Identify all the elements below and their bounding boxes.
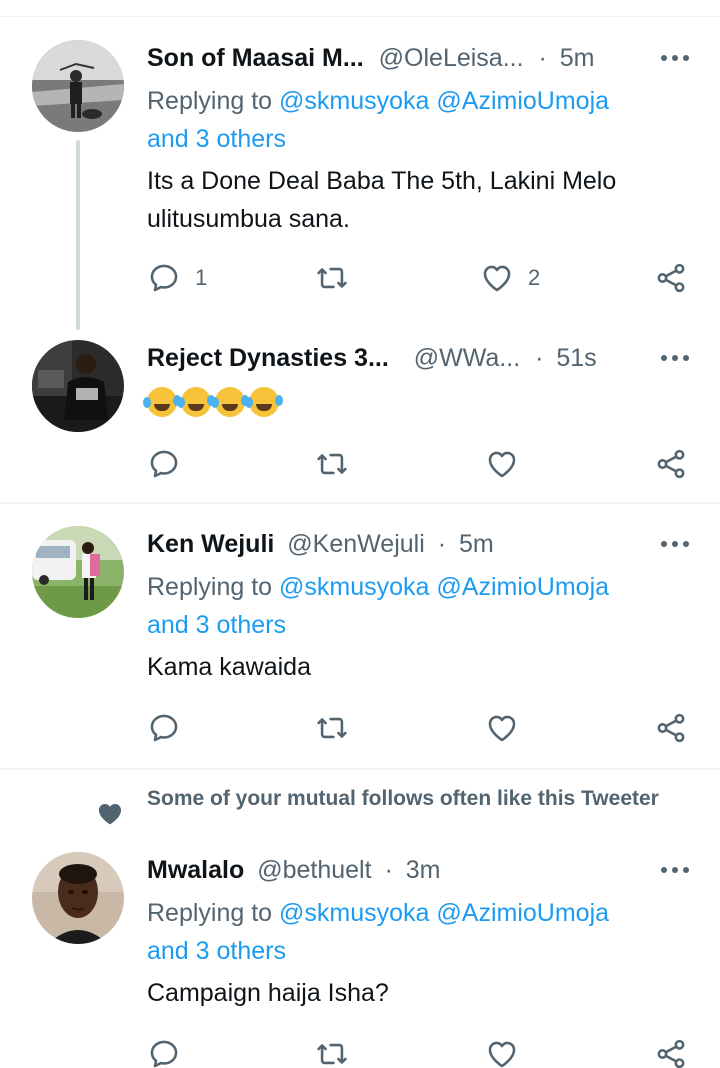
tweet-2[interactable]: Reject Dynasties 3... @WWa... · 51s 🤣🤣🤣🤣 (0, 340, 720, 502)
timestamp[interactable]: 5m (459, 530, 494, 558)
rofl-emoji (245, 387, 279, 418)
heart-icon (488, 451, 516, 478)
more-icon[interactable] (660, 46, 692, 70)
reply-icon (150, 1040, 178, 1068)
retweet-icon (317, 717, 347, 739)
share-icon (657, 449, 685, 479)
separator: · (384, 856, 393, 884)
like-button[interactable] (485, 1034, 533, 1068)
replying-to-users[interactable]: @skmusyoka @AzimioUmoja (279, 899, 609, 927)
replying-to: Replying to @skmusyoka @AzimioUmoja and … (147, 568, 667, 644)
tweet-text: Kama kawaida (147, 653, 311, 681)
replying-to: Replying to @skmusyoka @AzimioUmoja and … (147, 82, 667, 158)
share-icon (657, 263, 685, 293)
replying-to-others[interactable]: and 3 others (147, 125, 286, 153)
tweet-4[interactable]: Some of your mutual follows often like t… (0, 770, 720, 1068)
more-icon[interactable] (660, 858, 692, 882)
author-name[interactable]: Reject Dynasties 3... (147, 344, 389, 372)
separator: · (437, 530, 447, 558)
reply-button[interactable] (147, 1034, 195, 1068)
avatar[interactable] (32, 40, 124, 132)
tweet-content: Son of Maasai M... @OleLeisa... · 5m Rep… (147, 40, 692, 330)
rofl-emoji (143, 387, 177, 418)
like-button[interactable] (485, 444, 533, 484)
retweet-icon (317, 1043, 347, 1065)
tweet-header: Mwalalo @bethuelt · 3m (147, 852, 441, 888)
heart-icon (483, 265, 511, 292)
author-name[interactable]: Ken Wejuli (147, 530, 274, 558)
more-icon[interactable] (660, 346, 692, 370)
reply-icon (150, 450, 178, 478)
separator: · (535, 344, 544, 372)
share-button[interactable] (654, 258, 688, 298)
retweet-button[interactable] (315, 444, 363, 484)
retweet-button[interactable] (315, 258, 363, 298)
reply-count: 1 (195, 265, 208, 290)
tweet-content: Mwalalo @bethuelt · 3m Replying to @skmu… (147, 852, 692, 1068)
social-context: Some of your mutual follows often like t… (147, 787, 659, 810)
tweet-actions (147, 444, 692, 484)
author-handle[interactable]: @KenWejuli (287, 530, 424, 558)
retweet-icon (317, 267, 347, 289)
tweet-header: Reject Dynasties 3... @WWa... · 51s (147, 340, 597, 376)
avatar[interactable] (32, 340, 124, 432)
like-button[interactable]: 2 (480, 258, 540, 298)
replying-to-users[interactable]: @skmusyoka @AzimioUmoja (279, 87, 609, 115)
tweet-header: Son of Maasai M... @OleLeisa... · 5m (147, 40, 595, 76)
replying-to-users[interactable]: @skmusyoka @AzimioUmoja (279, 573, 609, 601)
replying-to: Replying to @skmusyoka @AzimioUmoja and … (147, 894, 667, 970)
heart-icon (488, 1041, 516, 1068)
retweet-button[interactable] (315, 1034, 363, 1068)
tweet-text: Its a Done Deal Baba The 5th, Lakini Mel… (147, 167, 617, 233)
tweet-text: Campaign haija Isha? (147, 979, 389, 1007)
share-button[interactable] (654, 1034, 688, 1068)
thread-line (76, 140, 80, 330)
reply-icon (150, 264, 178, 292)
like-button[interactable] (485, 708, 533, 748)
share-icon (657, 713, 685, 743)
retweet-icon (317, 453, 347, 475)
share-button[interactable] (654, 444, 688, 484)
reply-button[interactable] (147, 708, 195, 748)
replying-to-others[interactable]: and 3 others (147, 937, 286, 965)
author-name[interactable]: Mwalalo (147, 856, 244, 884)
reply-button[interactable] (147, 444, 195, 484)
tweet-content: Ken Wejuli @KenWejuli · 5m Replying to @… (147, 526, 692, 766)
author-handle[interactable]: @OleLeisa... (379, 44, 524, 72)
tweet-3[interactable]: Ken Wejuli @KenWejuli · 5m Replying to @… (0, 504, 720, 768)
replying-to-prefix: Replying to (147, 573, 273, 601)
timestamp[interactable]: 51s (556, 344, 596, 372)
author-handle[interactable]: @WWa... (414, 344, 520, 372)
like-count: 2 (528, 265, 541, 290)
timestamp[interactable]: 5m (560, 44, 595, 72)
tweet-text: 🤣🤣🤣🤣 (143, 382, 667, 420)
heart-icon (488, 715, 516, 742)
tweet-actions: 1 2 (147, 258, 692, 298)
replying-to-prefix: Replying to (147, 87, 273, 115)
replying-to-prefix: Replying to (147, 899, 273, 927)
avatar[interactable] (32, 852, 124, 944)
share-icon (657, 1039, 685, 1068)
avatar[interactable] (32, 526, 124, 618)
share-button[interactable] (654, 708, 688, 748)
more-icon[interactable] (660, 532, 692, 556)
tweet-actions (147, 708, 692, 748)
separator: · (538, 44, 547, 72)
timestamp[interactable]: 3m (406, 856, 441, 884)
author-handle[interactable]: @bethuelt (257, 856, 371, 884)
tweet-actions (147, 1034, 692, 1068)
tweet-1[interactable]: Son of Maasai M... @OleLeisa... · 5m Rep… (0, 0, 720, 340)
reply-button[interactable]: 1 (147, 258, 207, 298)
rofl-emoji (177, 387, 211, 418)
heart-icon (98, 803, 122, 825)
tweet-content: Reject Dynasties 3... @WWa... · 51s 🤣🤣🤣🤣 (143, 340, 692, 490)
author-name[interactable]: Son of Maasai M... (147, 44, 364, 72)
retweet-button[interactable] (315, 708, 363, 748)
replying-to-others[interactable]: and 3 others (147, 611, 286, 639)
tweet-header: Ken Wejuli @KenWejuli · 5m (147, 526, 494, 562)
rofl-emoji (211, 387, 245, 418)
reply-icon (150, 714, 178, 742)
